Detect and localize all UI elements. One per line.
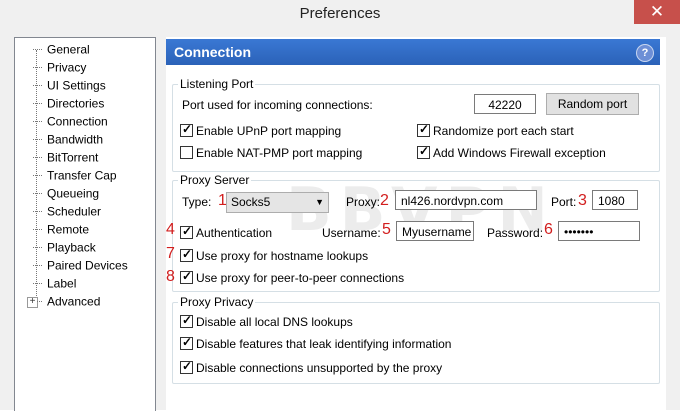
sidebar-item-privacy[interactable]: Privacy [15, 59, 86, 76]
sidebar-item-connection[interactable]: Connection [15, 113, 108, 130]
annotation-6: 6 [544, 221, 553, 238]
sidebar-item-label[interactable]: Label [15, 275, 76, 292]
sidebar-item-transfer-cap[interactable]: Transfer Cap [15, 167, 117, 184]
annotation-3: 3 [578, 192, 587, 209]
p2p-proxy-checkbox[interactable]: ✓ [180, 269, 193, 284]
firewall-label: Add Windows Firewall exception [433, 146, 606, 160]
hostname-lookups-label: Use proxy for hostname lookups [196, 249, 369, 263]
sidebar-tree: General Privacy UI Settings Directories … [14, 37, 156, 411]
sidebar-item-scheduler[interactable]: Scheduler [15, 203, 101, 220]
natpmp-label: Enable NAT-PMP port mapping [196, 146, 363, 160]
annotation-8: 8 [166, 268, 175, 285]
check-icon: ✓ [419, 122, 430, 136]
username-input[interactable]: Myusername [396, 221, 474, 241]
connection-panel: Connection ? BBVPN Listening Port Port u… [166, 37, 666, 410]
annotation-5: 5 [382, 221, 391, 238]
firewall-checkbox[interactable]: ✓ [417, 144, 430, 159]
proxy-privacy-legend: Proxy Privacy [178, 295, 256, 309]
sidebar-item-bittorrent[interactable]: BitTorrent [15, 149, 98, 166]
check-icon: ✓ [419, 144, 430, 158]
authentication-checkbox[interactable]: ✓ [180, 224, 193, 239]
p2p-proxy-label: Use proxy for peer-to-peer connections [196, 271, 405, 285]
sidebar-item-bandwidth[interactable]: Bandwidth [15, 131, 103, 148]
disable-unsupported-checkbox[interactable]: ✓ [180, 359, 193, 374]
disable-leak-checkbox[interactable]: ✓ [180, 335, 193, 350]
preferences-window: Preferences ✕ General Privacy UI Setting… [0, 0, 680, 411]
check-icon: ✓ [182, 359, 193, 373]
username-label: Username: [322, 226, 381, 240]
proxy-type-select[interactable]: Socks5 ▼ [226, 192, 329, 213]
sidebar-item-advanced[interactable]: Advanced [15, 293, 100, 310]
proxy-port-label: Port: [551, 195, 577, 209]
proxy-server-legend: Proxy Server [178, 173, 252, 187]
sidebar-item-directories[interactable]: Directories [15, 95, 104, 112]
hostname-lookups-checkbox[interactable]: ✓ [180, 247, 193, 262]
listening-port-legend: Listening Port [178, 77, 256, 91]
close-button[interactable]: ✕ [634, 0, 680, 24]
upnp-label: Enable UPnP port mapping [196, 124, 342, 138]
check-icon: ✓ [182, 224, 193, 238]
check-icon: ✓ [182, 313, 193, 327]
page-title: Connection [174, 44, 251, 60]
disable-unsupported-label: Disable connections unsupported by the p… [196, 361, 443, 375]
annotation-4: 4 [166, 221, 175, 238]
port-label: Port used for incoming connections: [182, 98, 373, 112]
sidebar-item-paired-devices[interactable]: Paired Devices [15, 257, 128, 274]
disable-dns-label: Disable all local DNS lookups [196, 315, 353, 329]
check-icon: ✓ [182, 122, 193, 136]
sidebar-item-queueing[interactable]: Queueing [15, 185, 99, 202]
window-title: Preferences [299, 5, 381, 22]
proxy-host-label: Proxy: [346, 195, 381, 209]
proxy-host-input[interactable]: nl426.nordvpn.com [395, 190, 537, 210]
disable-leak-label: Disable features that leak identifying i… [196, 337, 452, 351]
sidebar-item-general[interactable]: General [15, 41, 90, 58]
annotation-2: 2 [380, 192, 389, 209]
title-bar: Preferences ✕ [0, 0, 680, 30]
panel-header: Connection ? [166, 39, 660, 65]
sidebar-item-ui-settings[interactable]: UI Settings [15, 77, 106, 94]
randomize-port-label: Randomize port each start [433, 124, 574, 138]
authentication-label: Authentication [196, 226, 273, 240]
check-icon: ✓ [182, 247, 193, 261]
password-label: Password: [487, 226, 544, 240]
proxy-type-label: Type: [182, 195, 212, 209]
listening-port-input[interactable]: 42220 [474, 94, 536, 114]
sidebar-item-playback[interactable]: Playback [15, 239, 96, 256]
chevron-down-icon: ▼ [315, 197, 324, 207]
disable-dns-checkbox[interactable]: ✓ [180, 313, 193, 328]
annotation-7: 7 [166, 245, 175, 262]
password-input[interactable]: ••••••• [558, 221, 640, 241]
upnp-checkbox[interactable]: ✓ [180, 122, 193, 137]
check-icon: ✓ [182, 335, 193, 349]
randomize-port-checkbox[interactable]: ✓ [417, 122, 430, 137]
check-icon: ✓ [182, 269, 193, 283]
proxy-port-input[interactable]: 1080 [592, 190, 638, 210]
help-icon[interactable]: ? [636, 44, 654, 62]
sidebar-item-remote[interactable]: Remote [15, 221, 89, 238]
natpmp-checkbox[interactable] [180, 146, 193, 159]
random-port-button[interactable]: Random port [546, 93, 639, 115]
